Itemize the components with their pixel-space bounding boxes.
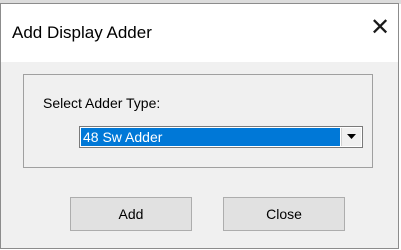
dropdown-button[interactable] — [341, 128, 361, 146]
adder-type-group: Select Adder Type: 48 Sw Adder — [23, 74, 373, 168]
close-icon[interactable]: ✕ — [369, 16, 391, 40]
chevron-down-icon — [347, 134, 356, 139]
add-button[interactable]: Add — [70, 197, 192, 231]
dialog-title: Add Display Adder — [12, 23, 152, 42]
adder-type-selected-value: 48 Sw Adder — [81, 128, 340, 146]
title-bar: Add Display Adder ✕ — [1, 4, 398, 62]
close-button[interactable]: Close — [223, 197, 345, 231]
select-adder-type-label: Select Adder Type: — [43, 95, 161, 111]
add-display-adder-dialog: Add Display Adder ✕ Select Adder Type: 4… — [0, 3, 399, 249]
adder-type-select[interactable]: 48 Sw Adder — [79, 126, 363, 148]
